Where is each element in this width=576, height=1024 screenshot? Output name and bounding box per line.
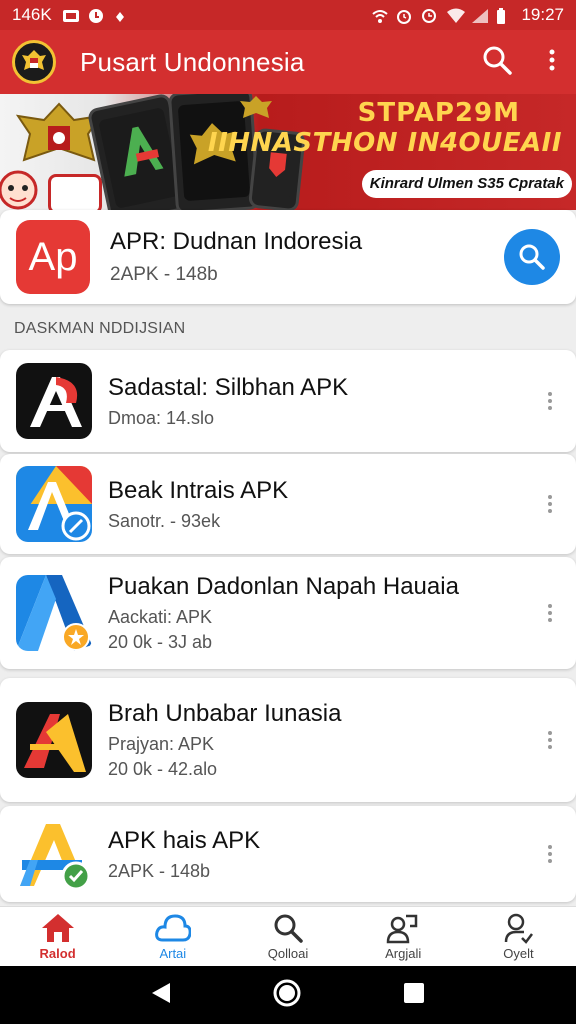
app-name: APK hais APK <box>108 826 261 854</box>
app-meta: Dmoa: 14.slo <box>108 407 215 428</box>
back-icon[interactable] <box>150 981 172 1010</box>
app-name: Beak Intrais APK <box>108 476 289 504</box>
app-meta: 2APK - 148b <box>108 860 211 881</box>
nav-label: Qolloai <box>267 946 309 961</box>
list-item[interactable]: Beak Intrais APK Sanotr. - 93ek <box>0 454 576 554</box>
featured-app-title: APR: Dudnan Indoresia <box>110 228 363 255</box>
more-vert-icon[interactable] <box>540 731 560 749</box>
app-meta: Aackati: APK <box>108 607 213 627</box>
featured-app-card[interactable]: Ap APR: Dudnan Indoresia 2APK - 148b <box>0 210 576 304</box>
app-meta: Sanotr. - 93ek <box>108 510 221 531</box>
list-item[interactable]: Brah Unbabar Iunasia Prajyan: APK 20 0k … <box>0 678 576 802</box>
network-speed: 146K <box>12 5 52 24</box>
featured-app-icon[interactable]: Ap <box>16 220 90 294</box>
garuda-emblem-icon <box>240 96 272 118</box>
featured-search-button[interactable] <box>504 229 560 285</box>
home-icon <box>41 914 74 942</box>
nav-item-home[interactable]: Ralod <box>0 907 115 966</box>
nav-label: Oyelt <box>503 946 534 961</box>
more-vert-icon[interactable] <box>548 48 556 77</box>
mail-icon <box>62 8 79 22</box>
app-icon <box>16 575 92 651</box>
promo-banner[interactable]: STPAP29M IIHNASTHON IN4OUEAII Kinrard Ul… <box>0 94 576 210</box>
app-icon <box>16 466 92 542</box>
clock-time: 19:27 <box>521 5 564 24</box>
more-vert-icon[interactable] <box>540 845 560 863</box>
bottom-navigation: Ralod Artai Qolloai Argjali Oyelt <box>0 906 576 966</box>
more-vert-icon[interactable] <box>540 604 560 622</box>
search-icon <box>519 244 545 270</box>
recents-icon[interactable] <box>402 981 426 1010</box>
app-bar: Pusart Undonnesia <box>0 30 576 94</box>
app-name: Brah Unbabar Iunasia <box>108 700 342 727</box>
banner-subtitle: IIHNASTHON IN4OUEAII <box>207 128 562 158</box>
wifi-sync-icon <box>371 8 389 23</box>
system-navigation-bar <box>0 966 576 1024</box>
banner-tagline: Kinrard Ulmen S35 Cpratak <box>361 170 572 198</box>
signal-icon <box>471 8 489 23</box>
app-tile-decor <box>48 174 102 210</box>
list-item[interactable]: APK hais APK 2APK - 148b <box>0 806 576 902</box>
featured-app-icon-text: Ap <box>28 234 78 279</box>
app-name: Sadastal: Silbhan APK <box>108 373 349 401</box>
app-title: Pusart Undonnesia <box>80 46 305 77</box>
wifi-icon <box>446 8 466 23</box>
battery-icon <box>496 8 512 24</box>
search-icon <box>274 914 303 943</box>
nav-item-profile[interactable]: Oyelt <box>461 907 576 966</box>
app-name: Puakan Dadonlan Napah Hauaia <box>108 573 459 600</box>
status-bar: 146K 19:27 <box>0 0 576 30</box>
app-icon <box>16 363 92 439</box>
app-meta: Prajyan: APK <box>108 734 215 754</box>
nav-label: Ralod <box>39 946 76 961</box>
app-meta-size: 20 0k - 42.alo <box>108 759 218 779</box>
list-item[interactable]: Sadastal: Silbhan APK Dmoa: 14.slo <box>0 350 576 452</box>
notification-icon <box>88 8 104 23</box>
nav-item-search[interactable]: Qolloai <box>230 907 345 966</box>
home-button-icon[interactable] <box>272 978 302 1013</box>
cloud-icon <box>154 914 191 942</box>
clock-icon <box>421 8 437 23</box>
more-vert-icon[interactable] <box>540 392 560 410</box>
nav-label: Argjali <box>385 946 422 961</box>
garuda-emblem-icon[interactable] <box>12 40 56 84</box>
app-meta-size: 20 0k - 3J ab <box>108 632 213 652</box>
nav-item-people[interactable]: Argjali <box>346 907 461 966</box>
alarm-icon <box>396 8 412 24</box>
nav-item-cloud[interactable]: Artai <box>115 907 230 966</box>
search-icon[interactable] <box>482 45 512 80</box>
section-header: DASKMAN NDDIJSIAN <box>14 320 186 337</box>
app-icon <box>16 702 92 778</box>
location-icon <box>114 8 130 22</box>
banner-title: STPAP29M <box>357 98 520 128</box>
people-icon <box>386 914 418 944</box>
nav-label: Artai <box>159 946 187 961</box>
app-icon <box>16 816 92 892</box>
more-vert-icon[interactable] <box>540 495 560 513</box>
cartoon-icon <box>0 170 38 210</box>
featured-app-meta: 2APK - 148b <box>110 264 218 285</box>
list-item[interactable]: Puakan Dadonlan Napah Hauaia Aackati: AP… <box>0 557 576 669</box>
person-icon <box>505 913 534 944</box>
